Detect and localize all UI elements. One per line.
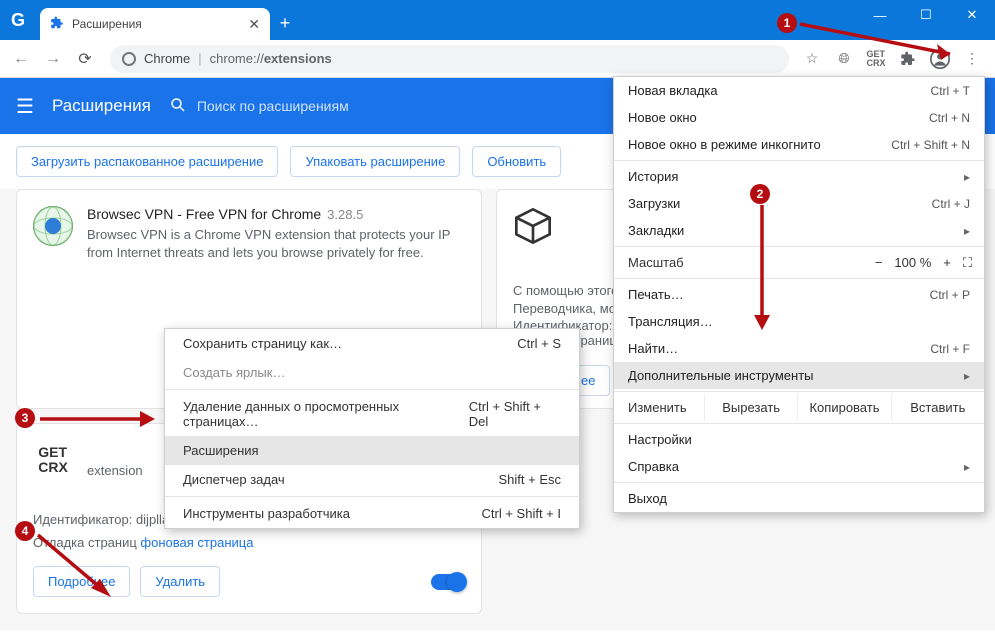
load-unpacked-button[interactable]: Загрузить распакованное расширение <box>16 146 278 177</box>
chrome-main-menu: Новая вкладкаCtrl + T Новое окноCtrl + N… <box>613 76 985 513</box>
new-tab-button[interactable]: + <box>270 13 300 40</box>
menu-bookmarks[interactable]: Закладки▸ <box>614 217 984 244</box>
annotation-badge-4: 4 <box>15 521 35 541</box>
annotation-badge-3: 3 <box>15 408 35 428</box>
menu-incognito[interactable]: Новое окно в режиме инкогнитоCtrl + Shif… <box>614 131 984 158</box>
omnibox[interactable]: Chrome | chrome://extensions <box>110 45 789 73</box>
details-button[interactable]: Подробнее <box>33 566 130 597</box>
close-window-button[interactable]: ✕ <box>949 0 995 30</box>
menu-copy[interactable]: Копировать <box>797 394 890 421</box>
search-input[interactable] <box>197 98 447 114</box>
extension-logo: GET CRX <box>33 440 73 480</box>
menu-new-window[interactable]: Новое окноCtrl + N <box>614 104 984 131</box>
menu-settings[interactable]: Настройки <box>614 426 984 453</box>
extensions-puzzle-icon[interactable] <box>897 48 919 70</box>
menu-create-shortcut[interactable]: Создать ярлык… <box>165 358 579 387</box>
star-icon[interactable]: ☆ <box>801 48 823 70</box>
menu-cut[interactable]: Вырезать <box>704 394 797 421</box>
omnibox-url: chrome://extensions <box>210 51 332 66</box>
extension-logo <box>33 206 73 246</box>
annotation-badge-1: 1 <box>777 13 797 33</box>
tab-title: Расширения <box>72 17 240 31</box>
extension-name: Browsec VPN - Free VPN for Chrome <box>87 206 321 222</box>
menu-devtools[interactable]: Инструменты разработчикаCtrl + Shift + I <box>165 499 579 528</box>
search-field[interactable] <box>169 96 447 117</box>
update-button[interactable]: Обновить <box>472 146 561 177</box>
back-button[interactable]: ← <box>8 46 34 72</box>
globe-icon[interactable]: 🌐︎ <box>833 48 855 70</box>
fullscreen-icon[interactable]: ⛶ <box>963 255 972 271</box>
menu-print[interactable]: Печать…Ctrl + P <box>614 281 984 308</box>
window-titlebar: G Расширения ✕ + — ☐ ✕ <box>0 0 995 40</box>
extension-desc: Browsec VPN is a Chrome VPN extension th… <box>87 226 465 262</box>
menu-help[interactable]: Справка▸ <box>614 453 984 480</box>
menu-save-page-as[interactable]: Сохранить страницу как…Ctrl + S <box>165 329 579 358</box>
debug-link[interactable]: фоновая страница <box>140 535 253 550</box>
chevron-right-icon: ▸ <box>964 224 970 238</box>
forward-button[interactable]: → <box>40 46 66 72</box>
menu-downloads[interactable]: ЗагрузкиCtrl + J <box>614 190 984 217</box>
menu-history[interactable]: История▸ <box>614 163 984 190</box>
chrome-icon <box>122 52 136 66</box>
puzzle-icon <box>50 16 64 33</box>
chevron-right-icon: ▸ <box>964 460 970 474</box>
zoom-value: 100 % <box>894 255 931 270</box>
menu-paste[interactable]: Вставить <box>891 394 984 421</box>
menu-new-tab[interactable]: Новая вкладкаCtrl + T <box>614 77 984 104</box>
chevron-right-icon: ▸ <box>964 369 970 383</box>
zoom-in-button[interactable]: + <box>943 255 951 270</box>
extension-version: 3.28.5 <box>327 207 363 222</box>
minimize-button[interactable]: — <box>857 0 903 30</box>
hamburger-icon[interactable]: ☰ <box>16 94 34 119</box>
menu-extensions[interactable]: Расширения <box>165 436 579 465</box>
zoom-out-button[interactable]: − <box>875 255 883 270</box>
close-icon[interactable]: ✕ <box>248 16 260 33</box>
omnibox-sep: | <box>198 51 201 66</box>
chevron-right-icon: ▸ <box>964 170 970 184</box>
kebab-menu-icon[interactable]: ⋮ <box>961 48 983 70</box>
search-icon <box>169 96 187 117</box>
page-title: Расширения <box>52 96 151 116</box>
maximize-button[interactable]: ☐ <box>903 0 949 30</box>
menu-more-tools[interactable]: Дополнительные инструменты▸ <box>614 362 984 389</box>
menu-exit[interactable]: Выход <box>614 485 984 512</box>
omnibox-prefix: Chrome <box>144 51 190 66</box>
window-controls: — ☐ ✕ <box>857 0 995 30</box>
annotation-badge-2: 2 <box>750 184 770 204</box>
enable-toggle[interactable] <box>431 574 465 590</box>
extension-logo <box>513 206 553 246</box>
menu-task-manager[interactable]: Диспетчер задачShift + Esc <box>165 465 579 494</box>
address-bar: ← → ⟳ Chrome | chrome://extensions ☆ 🌐︎ … <box>0 40 995 78</box>
menu-find[interactable]: Найти…Ctrl + F <box>614 335 984 362</box>
more-tools-submenu: Сохранить страницу как…Ctrl + S Создать … <box>164 328 580 529</box>
menu-edit-row: Изменить Вырезать Копировать Вставить <box>614 394 984 421</box>
getcrx-icon[interactable]: GETCRX <box>865 48 887 70</box>
menu-cast[interactable]: Трансляция… <box>614 308 984 335</box>
menu-zoom: Масштаб − 100 % + ⛶ <box>614 249 984 276</box>
remove-button[interactable]: Удалить <box>140 566 220 597</box>
profile-icon[interactable] <box>929 48 951 70</box>
browser-tab[interactable]: Расширения ✕ <box>40 8 270 40</box>
app-icon: G <box>0 0 36 40</box>
menu-clear-browsing-data[interactable]: Удаление данных о просмотренных страница… <box>165 392 579 436</box>
reload-button[interactable]: ⟳ <box>72 46 98 72</box>
pack-extension-button[interactable]: Упаковать расширение <box>290 146 460 177</box>
